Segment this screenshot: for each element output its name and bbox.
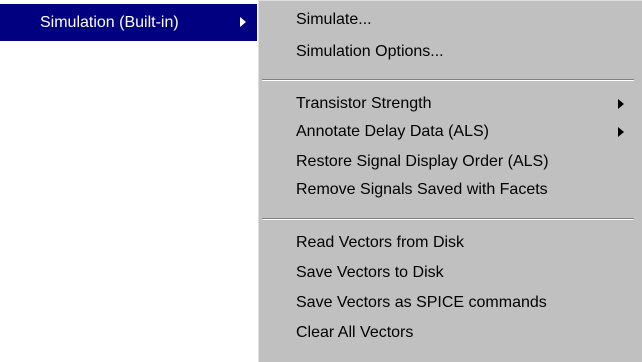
menu-item-label: Save Vectors as SPICE commands [296,294,547,311]
menu-item-simulate[interactable]: Simulate... [258,7,638,33]
menu-item-label: Save Vectors to Disk [296,264,444,281]
menu-item-clear-all-vectors[interactable]: Clear All Vectors [258,320,638,346]
simulation-submenu: Simulate... Simulation Options... Transi… [257,0,642,362]
menu-item-label: Simulation Options... [296,43,444,60]
menu-item-read-vectors[interactable]: Read Vectors from Disk [258,230,638,256]
menu-separator [262,79,634,81]
menu-item-label: Simulate... [296,11,372,28]
menu-item-save-vectors[interactable]: Save Vectors to Disk [258,260,638,286]
submenu-arrow-icon [240,17,246,27]
menu-item-label: Simulation (Built-in) [40,14,179,31]
menu-item-restore-signal-display-order[interactable]: Restore Signal Display Order (ALS) [258,149,638,175]
menu-item-label: Restore Signal Display Order (ALS) [296,153,549,170]
menu-item-simulation-built-in[interactable]: Simulation (Built-in) [0,4,257,41]
menu-item-annotate-delay-data[interactable]: Annotate Delay Data (ALS) [258,119,638,145]
submenu-arrow-icon [618,99,624,109]
menu-item-label: Clear All Vectors [296,324,414,341]
menu-item-label: Transistor Strength [296,95,432,112]
menu-item-label: Annotate Delay Data (ALS) [296,123,489,140]
menu-separator [262,218,634,220]
menu-item-label: Remove Signals Saved with Facets [296,181,548,198]
menu-item-remove-signals-saved[interactable]: Remove Signals Saved with Facets [258,177,638,203]
menu-item-transistor-strength[interactable]: Transistor Strength [258,91,638,117]
menu-item-simulation-options[interactable]: Simulation Options... [258,39,638,65]
menu-item-save-vectors-spice[interactable]: Save Vectors as SPICE commands [258,290,638,316]
menu-item-label: Read Vectors from Disk [296,234,465,251]
submenu-arrow-icon [618,127,624,137]
